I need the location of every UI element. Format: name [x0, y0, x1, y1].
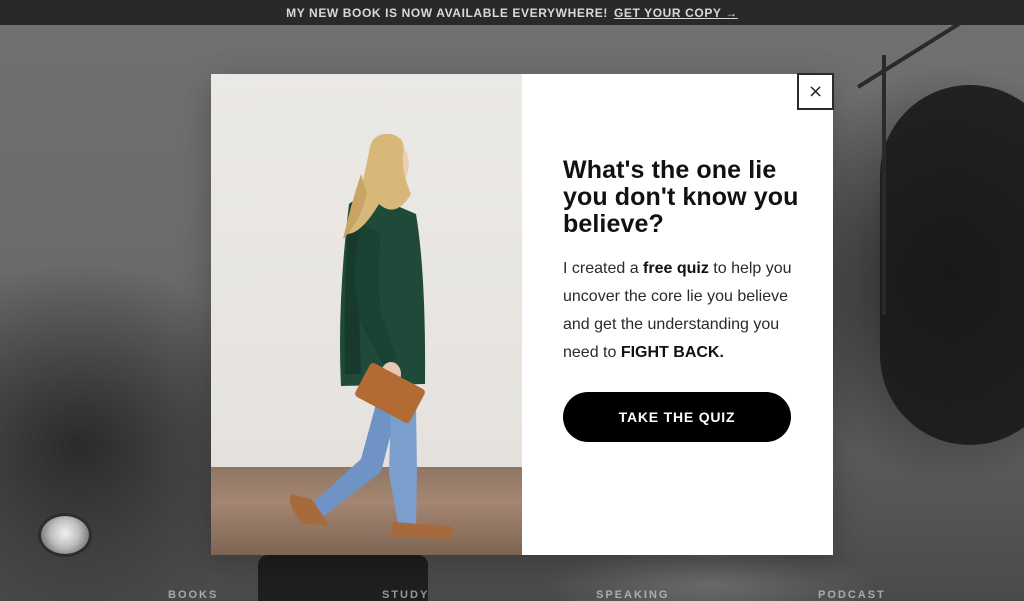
mic-stand: [882, 55, 886, 315]
stage-light: [38, 513, 92, 557]
modal-description: I created a free quiz to help you uncove…: [563, 255, 803, 367]
woman-walking-photo: [211, 74, 522, 555]
nav-item-speaking: SPEAKING: [596, 589, 670, 601]
speaker-silhouette: [880, 85, 1024, 445]
modal-title: What's the one lie you don't know you be…: [563, 156, 799, 238]
free-quiz-emphasis: free quiz: [643, 260, 709, 277]
announcement-bar: MY NEW BOOK IS NOW AVAILABLE EVERYWHERE!…: [0, 0, 1024, 25]
nav-item-study: STUDY: [382, 589, 430, 601]
woman-walking-illustration: [289, 133, 455, 539]
mic-boom: [856, 25, 987, 89]
quiz-popup-modal: What's the one lie you don't know you be…: [211, 74, 833, 555]
body-text-1: I created a: [563, 260, 644, 277]
close-icon[interactable]: ×: [797, 73, 834, 110]
background-nav: BOOKS STUDY SPEAKING PODCAST: [0, 589, 1024, 601]
fight-back-emphasis: FIGHT BACK.: [620, 344, 724, 361]
take-the-quiz-button[interactable]: TAKE THE QUIZ: [563, 392, 791, 442]
nav-item-podcast: PODCAST: [818, 589, 886, 601]
announcement-message: MY NEW BOOK IS NOW AVAILABLE EVERYWHERE!: [286, 5, 608, 20]
nav-item-books: BOOKS: [168, 589, 219, 601]
get-your-copy-link[interactable]: GET YOUR COPY →: [614, 6, 738, 20]
modal-content: What's the one lie you don't know you be…: [522, 74, 833, 555]
